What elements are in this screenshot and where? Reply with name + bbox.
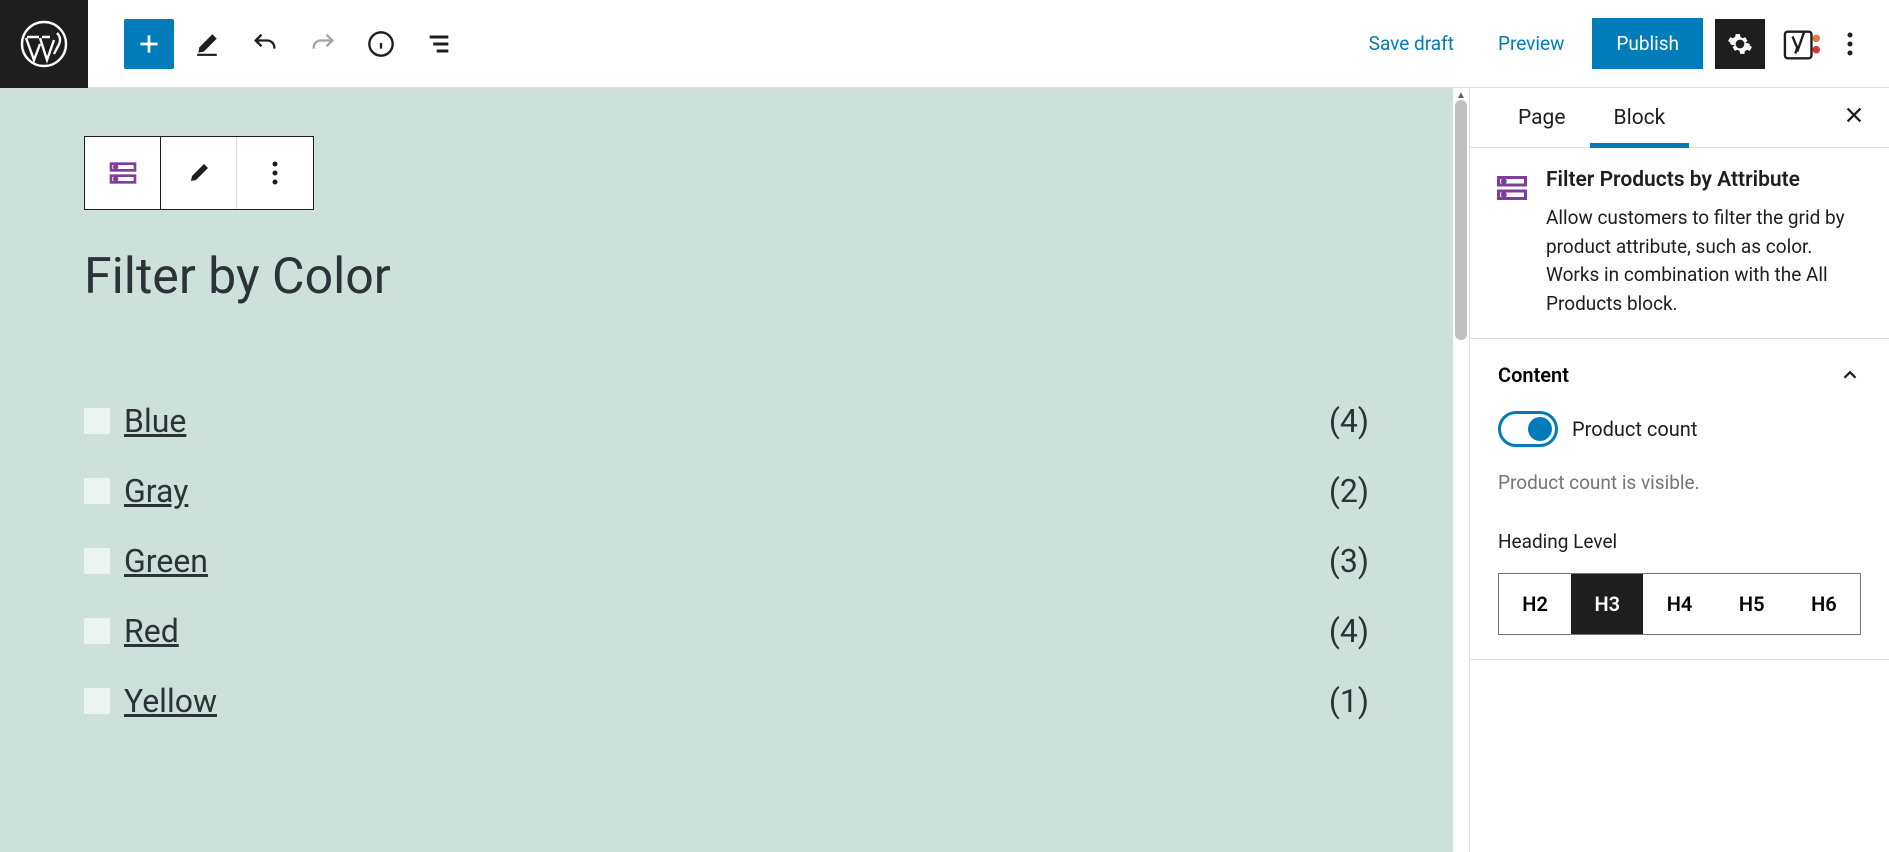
settings-sidebar: Page Block Filter Products by Attribute … bbox=[1469, 88, 1889, 852]
block-more-button[interactable] bbox=[237, 137, 313, 209]
add-block-button[interactable] bbox=[124, 19, 174, 69]
content-panel-header[interactable]: Content bbox=[1470, 339, 1889, 411]
tab-page[interactable]: Page bbox=[1494, 90, 1590, 146]
heading-level-h3[interactable]: H3 bbox=[1571, 574, 1643, 634]
filter-count: (4) bbox=[1329, 402, 1369, 440]
toggle-label: Product count bbox=[1572, 417, 1697, 441]
block-info: Filter Products by Attribute Allow custo… bbox=[1470, 148, 1889, 339]
tab-block[interactable]: Block bbox=[1590, 90, 1690, 146]
filter-label[interactable]: Red bbox=[124, 612, 1329, 650]
filter-item: Green (3) bbox=[84, 526, 1369, 596]
block-toolbar bbox=[84, 136, 314, 210]
filter-checkbox[interactable] bbox=[84, 408, 110, 434]
outline-button[interactable] bbox=[414, 19, 464, 69]
close-sidebar-button[interactable] bbox=[1843, 104, 1865, 132]
filter-label[interactable]: Yellow bbox=[124, 682, 1329, 720]
filter-checkbox[interactable] bbox=[84, 618, 110, 644]
panel-title: Content bbox=[1498, 363, 1569, 387]
filter-item: Blue (4) bbox=[84, 386, 1369, 456]
block-description: Allow customers to filter the grid by pr… bbox=[1546, 204, 1865, 318]
filter-checkbox[interactable] bbox=[84, 688, 110, 714]
filter-count: (1) bbox=[1329, 682, 1369, 720]
filter-item: Red (4) bbox=[84, 596, 1369, 666]
filter-label[interactable]: Green bbox=[124, 542, 1329, 580]
edit-block-button[interactable] bbox=[161, 137, 237, 209]
edit-tool-button[interactable] bbox=[182, 19, 232, 69]
settings-button[interactable] bbox=[1715, 19, 1765, 69]
heading-level-h5[interactable]: H5 bbox=[1716, 574, 1788, 634]
scrollbar-thumb[interactable] bbox=[1455, 100, 1467, 340]
block-title: Filter Products by Attribute bbox=[1546, 168, 1865, 192]
filter-label[interactable]: Blue bbox=[124, 402, 1329, 440]
filter-block-icon bbox=[1494, 170, 1530, 206]
product-count-toggle[interactable] bbox=[1498, 411, 1558, 447]
block-heading[interactable]: Filter by Color bbox=[84, 248, 1369, 306]
info-button[interactable] bbox=[356, 19, 406, 69]
chevron-up-icon bbox=[1839, 364, 1861, 386]
undo-button[interactable] bbox=[240, 19, 290, 69]
save-draft-button[interactable]: Save draft bbox=[1353, 20, 1470, 67]
filter-count: (3) bbox=[1329, 542, 1369, 580]
publish-button[interactable]: Publish bbox=[1592, 18, 1703, 69]
filter-checkbox[interactable] bbox=[84, 548, 110, 574]
heading-level-h6[interactable]: H6 bbox=[1788, 574, 1860, 634]
filter-count: (4) bbox=[1329, 612, 1369, 650]
top-toolbar: Save draft Preview Publish bbox=[0, 0, 1889, 88]
yoast-button[interactable] bbox=[1777, 19, 1827, 69]
heading-level-label: Heading Level bbox=[1498, 530, 1861, 553]
editor-canvas[interactable]: Filter by Color Blue (4) Gray (2) Green … bbox=[0, 88, 1453, 852]
filter-count: (2) bbox=[1329, 472, 1369, 510]
filter-item: Gray (2) bbox=[84, 456, 1369, 526]
preview-button[interactable]: Preview bbox=[1482, 20, 1580, 67]
wordpress-logo[interactable] bbox=[0, 0, 88, 88]
scrollbar[interactable]: ▲ bbox=[1453, 88, 1469, 852]
heading-level-h2[interactable]: H2 bbox=[1499, 574, 1571, 634]
heading-level-h4[interactable]: H4 bbox=[1643, 574, 1715, 634]
block-type-button[interactable] bbox=[85, 137, 161, 209]
filter-item: Yellow (1) bbox=[84, 666, 1369, 736]
filter-list: Blue (4) Gray (2) Green (3) Red (4) bbox=[84, 386, 1369, 736]
redo-button[interactable] bbox=[298, 19, 348, 69]
heading-level-selector: H2 H3 H4 H5 H6 bbox=[1498, 573, 1861, 635]
filter-label[interactable]: Gray bbox=[124, 472, 1329, 510]
more-options-button[interactable] bbox=[1839, 24, 1861, 64]
filter-checkbox[interactable] bbox=[84, 478, 110, 504]
toggle-helper: Product count is visible. bbox=[1498, 471, 1861, 494]
